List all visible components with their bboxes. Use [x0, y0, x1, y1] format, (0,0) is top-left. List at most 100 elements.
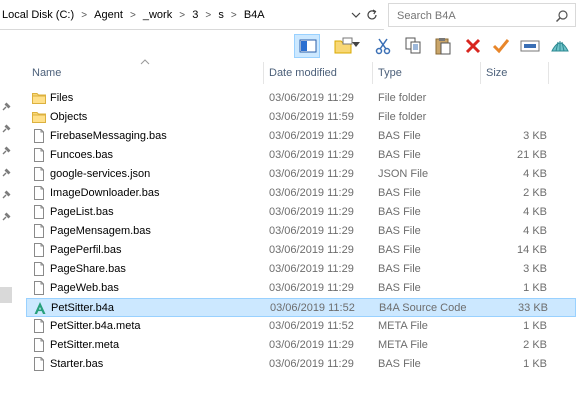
shell-button[interactable] [546, 34, 572, 58]
breadcrumb-separator-icon[interactable]: > [79, 10, 89, 21]
address-bar[interactable]: Local Disk (C:) > Agent > _work >3 > s > B4A [0, 0, 384, 30]
file-type: BAS File [378, 187, 421, 199]
breadcrumb-separator-icon[interactable]: > [229, 10, 239, 21]
file-row[interactable]: PagePerfil.bas 03/06/2019 11:29 BAS File 14… [26, 241, 576, 260]
file-row[interactable]: PageShare.bas 03/06/2019 11:29 BAS File 3 K… [26, 260, 576, 279]
delete-icon [465, 38, 481, 54]
cut-button[interactable] [370, 34, 396, 58]
column-header-date[interactable]: Date modified [269, 62, 369, 84]
pin-icon[interactable] [1, 168, 11, 178]
file-size: 1 KB [523, 282, 547, 294]
file-type: META File [378, 339, 428, 351]
navigation-pane[interactable] [0, 60, 14, 400]
file-row[interactable]: PetSitter.meta 03/06/2019 11:29 META File 2… [26, 336, 576, 355]
file-row[interactable]: PageMensagem.bas 03/06/2019 11:29 BAS File… [26, 222, 576, 241]
rename-button[interactable] [516, 34, 542, 58]
breadcrumb-separator-icon[interactable]: > [128, 10, 138, 21]
file-row[interactable]: PetSitter.b4a.meta 03/06/2019 11:52 META F… [26, 317, 576, 336]
file-list: Files 03/06/2019 11:29 File folder Objects 0… [26, 89, 576, 374]
breadcrumb-b4a[interactable]: B4A [244, 9, 265, 21]
file-name: PageList.bas [50, 206, 114, 218]
file-date-modified: 03/06/2019 11:52 [270, 302, 355, 314]
nav-selected-item[interactable] [0, 287, 12, 303]
breadcrumb-agent[interactable]: Agent [94, 9, 123, 21]
delete-button[interactable] [460, 34, 486, 58]
details-pane-button[interactable] [294, 34, 320, 58]
breadcrumb: Local Disk (C:) > Agent > _work >3 > s > B4A [2, 9, 265, 21]
file-row[interactable]: ImageDownloader.bas 03/06/2019 11:29 BAS F… [26, 184, 576, 203]
breadcrumb-separator-icon[interactable]: > [177, 10, 187, 21]
file-size: 4 KB [523, 225, 547, 237]
file-date-modified: 03/06/2019 11:52 [269, 320, 354, 332]
file-type: JSON File [378, 168, 429, 180]
column-divider[interactable] [548, 62, 549, 84]
file-date-modified: 03/06/2019 11:29 [269, 92, 354, 104]
file-row[interactable]: google-services.json 03/06/2019 11:29 JSON… [26, 165, 576, 184]
file-size: 3 KB [523, 130, 547, 142]
file-size: 1 KB [523, 320, 547, 332]
pin-icon[interactable] [1, 124, 11, 134]
select-all-button[interactable] [488, 34, 514, 58]
column-header-name[interactable]: Name [32, 62, 262, 84]
search-box[interactable] [388, 3, 576, 27]
file-type: BAS File [378, 149, 421, 161]
file-row[interactable]: Starter.bas 03/06/2019 11:29 BAS File 1 KB [26, 355, 576, 374]
file-date-modified: 03/06/2019 11:29 [269, 149, 354, 161]
search-input[interactable] [395, 7, 549, 25]
file-size: 14 KB [517, 244, 547, 256]
paste-button[interactable] [430, 34, 456, 58]
file-type: B4A Source Code [379, 302, 467, 314]
file-row[interactable]: PageWeb.bas 03/06/2019 11:29 BAS File 1 KB [26, 279, 576, 298]
copy-button[interactable] [400, 34, 426, 58]
pin-icon[interactable] [1, 146, 11, 156]
pin-icon[interactable] [1, 190, 11, 200]
file-row[interactable]: Objects 03/06/2019 11:59 File folder [26, 108, 576, 127]
pin-icon[interactable] [1, 212, 11, 222]
file-icon [32, 167, 46, 181]
file-row[interactable]: FirebaseMessaging.bas 03/06/2019 11:29 BAS… [26, 127, 576, 146]
file-name: PageShare.bas [50, 263, 126, 275]
file-row[interactable]: Files 03/06/2019 11:29 File folder [26, 89, 576, 108]
chevron-down-icon [352, 42, 360, 47]
details-pane-icon [299, 39, 317, 53]
chevron-down-icon[interactable] [349, 8, 363, 22]
file-date-modified: 03/06/2019 11:29 [269, 168, 354, 180]
breadcrumb-s[interactable]: s [218, 9, 224, 21]
breadcrumb-separator-icon[interactable]: > [203, 10, 213, 21]
column-divider[interactable] [480, 62, 481, 84]
file-name: google-services.json [50, 168, 151, 180]
column-header-type[interactable]: Type [378, 62, 478, 84]
folder-icon [32, 91, 46, 105]
file-type: BAS File [378, 225, 421, 237]
breadcrumb-3[interactable]: 3 [192, 9, 198, 21]
file-type: BAS File [378, 263, 421, 275]
column-divider[interactable] [372, 62, 373, 84]
file-name: PetSitter.b4a [51, 302, 114, 314]
file-icon [32, 262, 46, 276]
file-date-modified: 03/06/2019 11:29 [269, 263, 354, 275]
file-date-modified: 03/06/2019 11:29 [269, 206, 354, 218]
file-type: META File [378, 320, 428, 332]
file-row[interactable]: Funcoes.bas 03/06/2019 11:29 BAS File 21 KB [26, 146, 576, 165]
file-name: PetSitter.b4a.meta [50, 320, 141, 332]
file-size: 3 KB [523, 263, 547, 275]
file-name: Files [50, 92, 74, 104]
file-icon [32, 243, 46, 257]
pin-icon[interactable] [1, 102, 11, 112]
file-row[interactable]: PetSitter.b4a 03/06/2019 11:52 B4A Source … [26, 298, 576, 317]
new-folder-dropdown[interactable] [350, 34, 364, 58]
file-icon [32, 338, 46, 352]
file-type: BAS File [378, 358, 421, 370]
file-size: 4 KB [523, 206, 547, 218]
breadcrumb-work[interactable]: _work [143, 9, 172, 21]
file-icon [32, 186, 46, 200]
breadcrumb-local-disk[interactable]: Local Disk (C:) [2, 9, 74, 21]
column-header-size[interactable]: Size [486, 62, 546, 84]
refresh-icon[interactable] [365, 8, 379, 22]
file-type: BAS File [378, 206, 421, 218]
file-row[interactable]: PageList.bas 03/06/2019 11:29 BAS File 4 KB [26, 203, 576, 222]
column-divider[interactable] [263, 62, 264, 84]
file-size: 1 KB [523, 358, 547, 370]
search-icon[interactable] [555, 9, 569, 23]
paste-icon [435, 38, 451, 55]
